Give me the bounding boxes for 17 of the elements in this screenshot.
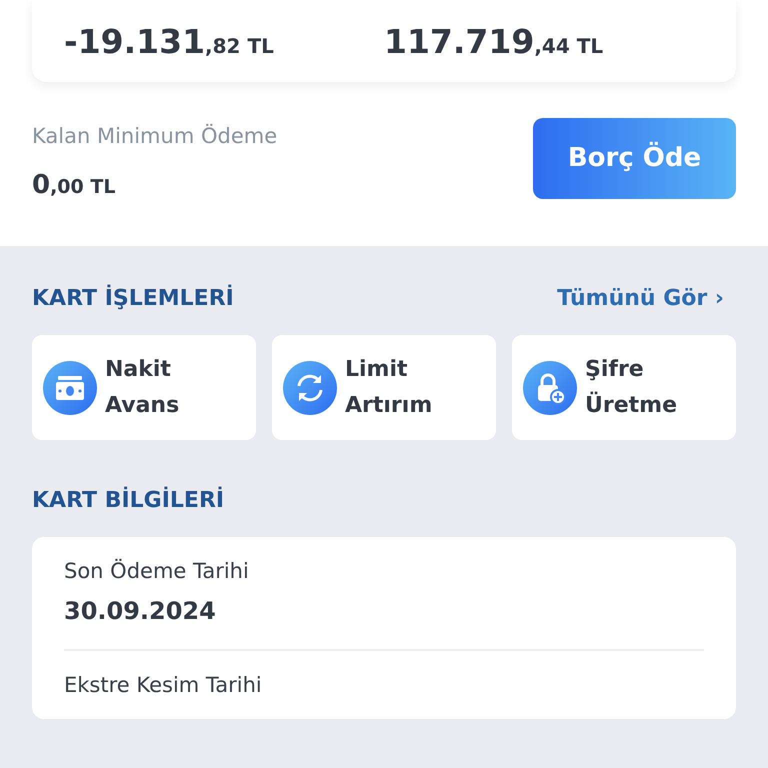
card-operation-tile[interactable]: Nakit Avans <box>32 335 256 440</box>
card-operation-tile[interactable]: Şifre Üretme <box>512 335 736 440</box>
minimum-payment-label: Kalan Minimum Ödeme <box>32 124 278 148</box>
minimum-payment-amount: 0,00 TL <box>32 170 116 200</box>
pay-debt-button[interactable]: Borç Öde <box>533 118 736 198</box>
amount-text: 117.719,44 TL <box>384 22 604 60</box>
lock-plus-icon <box>523 360 577 414</box>
card-operation-tile[interactable]: Limit Artırım <box>272 335 496 440</box>
refresh-icon <box>283 360 337 414</box>
field-label: Son Ödeme Tarihi <box>64 559 250 583</box>
field-label: Ekstre Kesim Tarihi <box>64 673 263 697</box>
see-all-link[interactable]: Tümünü Gör › <box>557 286 736 311</box>
banknote-icon <box>43 360 97 414</box>
section-title: KART İŞLEMLERİ <box>32 286 234 311</box>
section-title: KART BİLGİLERİ <box>32 488 226 513</box>
amount-text: -19.131,82 TL <box>64 22 275 60</box>
field-value: 30.09.2024 <box>64 597 217 625</box>
